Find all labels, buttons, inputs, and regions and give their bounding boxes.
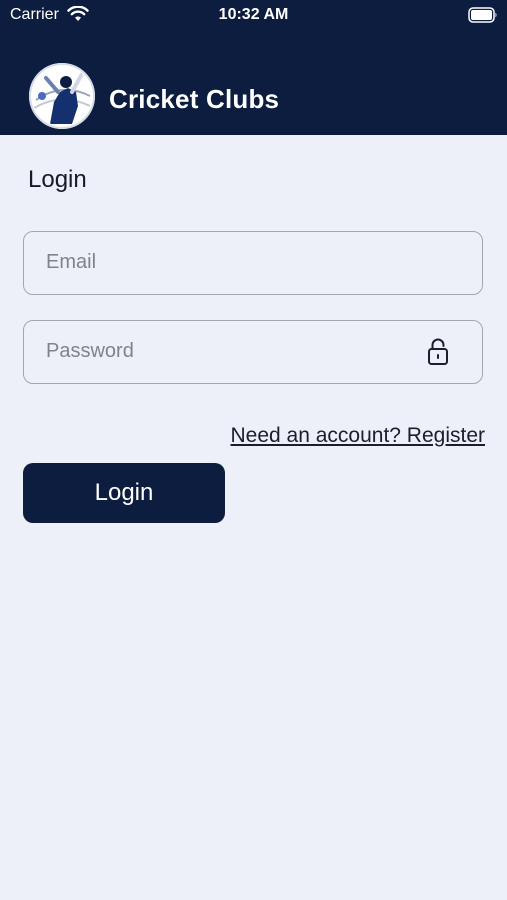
login-button[interactable]: Login	[23, 463, 225, 523]
app-title: Cricket Clubs	[109, 84, 280, 114]
battery-icon	[468, 7, 498, 28]
password-field[interactable]	[23, 320, 483, 384]
register-link[interactable]: Need an account? Register	[231, 424, 486, 448]
page-title: Login	[28, 166, 87, 193]
cricket-logo-icon	[28, 62, 96, 130]
lock-icon[interactable]	[426, 337, 450, 367]
email-field[interactable]	[23, 231, 483, 295]
app-header: Carrier 10:32 AM Cricket Clubs	[0, 0, 507, 135]
email-input[interactable]	[46, 232, 426, 293]
status-bar: Carrier 10:32 AM	[0, 0, 507, 30]
password-input[interactable]	[46, 321, 426, 382]
status-time: 10:32 AM	[218, 6, 289, 23]
